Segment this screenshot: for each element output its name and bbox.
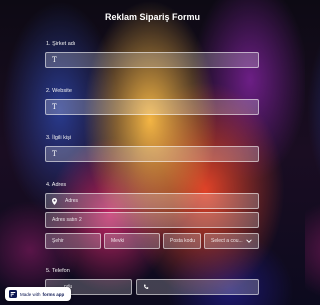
badge-brand: forms app: [42, 291, 65, 297]
phone-label: 5. Telefon: [46, 268, 70, 274]
company-label: 1. Şirket adı: [46, 41, 76, 47]
address-zip-placeholder: Posta kodu: [170, 238, 196, 244]
address-street2-input[interactable]: Adres satırı 2: [45, 212, 259, 228]
chevron-down-icon: [246, 239, 252, 243]
badge-prefix: Made with: [20, 291, 41, 297]
address-zip-input[interactable]: Posta kodu: [163, 233, 201, 249]
address-state-placeholder: Mevki: [111, 238, 125, 244]
website-label: 2. Website: [46, 88, 72, 94]
address-city-input[interactable]: Şehir: [45, 233, 101, 249]
address-street2-placeholder: Adres satırı 2: [52, 217, 82, 223]
text-icon: T: [52, 103, 57, 111]
forms-app-logo-icon: [9, 290, 17, 298]
address-country-select[interactable]: Select a cou...: [204, 233, 259, 249]
address-country-value: Select a cou...: [211, 238, 243, 244]
contact-input[interactable]: T: [45, 146, 259, 162]
phone-number-input[interactable]: [136, 279, 259, 295]
text-icon: T: [52, 150, 57, 158]
made-with-forms-app-badge[interactable]: Made with forms app: [5, 287, 71, 301]
phone-icon: [144, 284, 149, 289]
location-pin-icon: [52, 197, 57, 205]
website-input[interactable]: T: [45, 99, 259, 115]
contact-label: 3. İlgili kişi: [46, 135, 72, 141]
address-city-placeholder: Şehir: [52, 238, 64, 244]
text-icon: T: [52, 56, 57, 64]
address-label: 4. Adres: [46, 182, 67, 188]
address-state-input[interactable]: Mevki: [104, 233, 160, 249]
address-street-input[interactable]: Adres: [45, 193, 259, 209]
form-title: Reklam Sipariş Formu: [104, 12, 201, 22]
company-input[interactable]: T: [45, 52, 259, 68]
address-street-placeholder: Adres: [65, 198, 79, 204]
